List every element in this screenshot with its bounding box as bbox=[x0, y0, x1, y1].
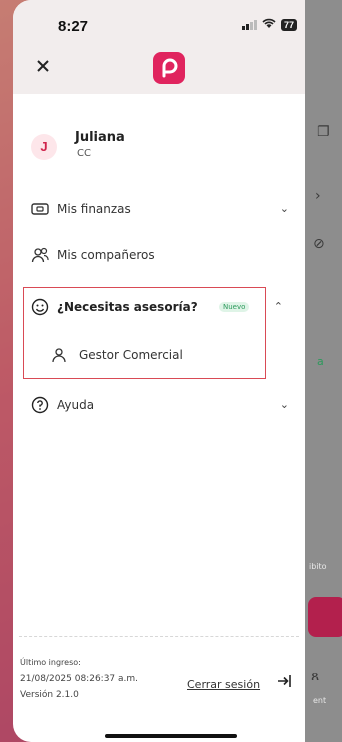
smiley-icon bbox=[31, 298, 49, 316]
background-person-icon: ጸ bbox=[311, 668, 320, 684]
background-action-tile bbox=[308, 597, 342, 637]
background-app: ❐ › ⊘ a ibito ጸ ent bbox=[305, 0, 342, 742]
app-version: Versión 2.1.0 bbox=[20, 690, 79, 700]
user-profile[interactable]: J Juliana CC bbox=[31, 128, 281, 168]
menu-item-label: Ayuda bbox=[57, 398, 95, 412]
eye-off-icon: ⊘ bbox=[313, 236, 325, 252]
menu-item-label: Mis compañeros bbox=[57, 248, 155, 262]
last-login-label: Último ingreso: bbox=[20, 658, 81, 667]
close-button[interactable] bbox=[33, 56, 53, 76]
chevron-down-icon: ⌄ bbox=[279, 202, 289, 215]
signal-icon bbox=[241, 20, 257, 30]
background-text-ibito: ibito bbox=[309, 562, 327, 571]
status-bar: 8:27 77 bbox=[13, 0, 305, 44]
menu-item-ayuda[interactable]: Ayuda ⌄ bbox=[31, 394, 299, 420]
people-icon bbox=[31, 246, 49, 264]
menu-item-mis-finanzas[interactable]: Mis finanzas ⌄ bbox=[31, 198, 299, 224]
menu-item-mis-companeros[interactable]: Mis compañeros bbox=[31, 244, 299, 270]
new-badge: Nuevo bbox=[219, 302, 250, 312]
user-name: Juliana bbox=[75, 130, 125, 145]
wifi-icon bbox=[262, 18, 276, 32]
user-document-type: CC bbox=[77, 148, 91, 159]
menu-item-label: Mis finanzas bbox=[57, 202, 131, 216]
close-icon bbox=[37, 60, 49, 72]
help-circle-icon bbox=[31, 396, 49, 414]
avatar: J bbox=[31, 134, 57, 160]
chevron-right-icon: › bbox=[315, 188, 321, 204]
submenu-item-label: Gestor Comercial bbox=[79, 348, 183, 362]
chevron-down-icon: ⌄ bbox=[279, 398, 289, 411]
submenu-item-gestor-comercial[interactable]: Gestor Comercial bbox=[51, 345, 251, 367]
wallet-icon bbox=[31, 200, 49, 218]
status-time: 8:27 bbox=[58, 18, 89, 35]
brand-logo bbox=[153, 52, 185, 84]
logout-icon[interactable] bbox=[276, 672, 294, 694]
chevron-up-icon: ⌃ bbox=[273, 300, 283, 313]
side-drawer: 8:27 77 J Juliana CC Mis finanzas ⌄ Mis … bbox=[13, 0, 305, 742]
home-indicator[interactable] bbox=[105, 734, 237, 738]
menu-item-necesitas-asesoria[interactable]: ¿Necesitas asesoría? Nuevo ⌃ bbox=[31, 296, 299, 322]
last-login-value: 21/08/2025 08:26:37 a.m. bbox=[20, 674, 139, 684]
footer-divider bbox=[19, 636, 299, 637]
menu-item-label: ¿Necesitas asesoría? bbox=[57, 300, 198, 314]
person-icon bbox=[51, 347, 67, 367]
background-status-text: a bbox=[317, 355, 324, 368]
battery-icon: 77 bbox=[280, 19, 297, 31]
background-text-ent: ent bbox=[313, 696, 327, 705]
copy-icon: ❐ bbox=[317, 124, 330, 140]
logout-link[interactable]: Cerrar sesión bbox=[187, 678, 260, 691]
